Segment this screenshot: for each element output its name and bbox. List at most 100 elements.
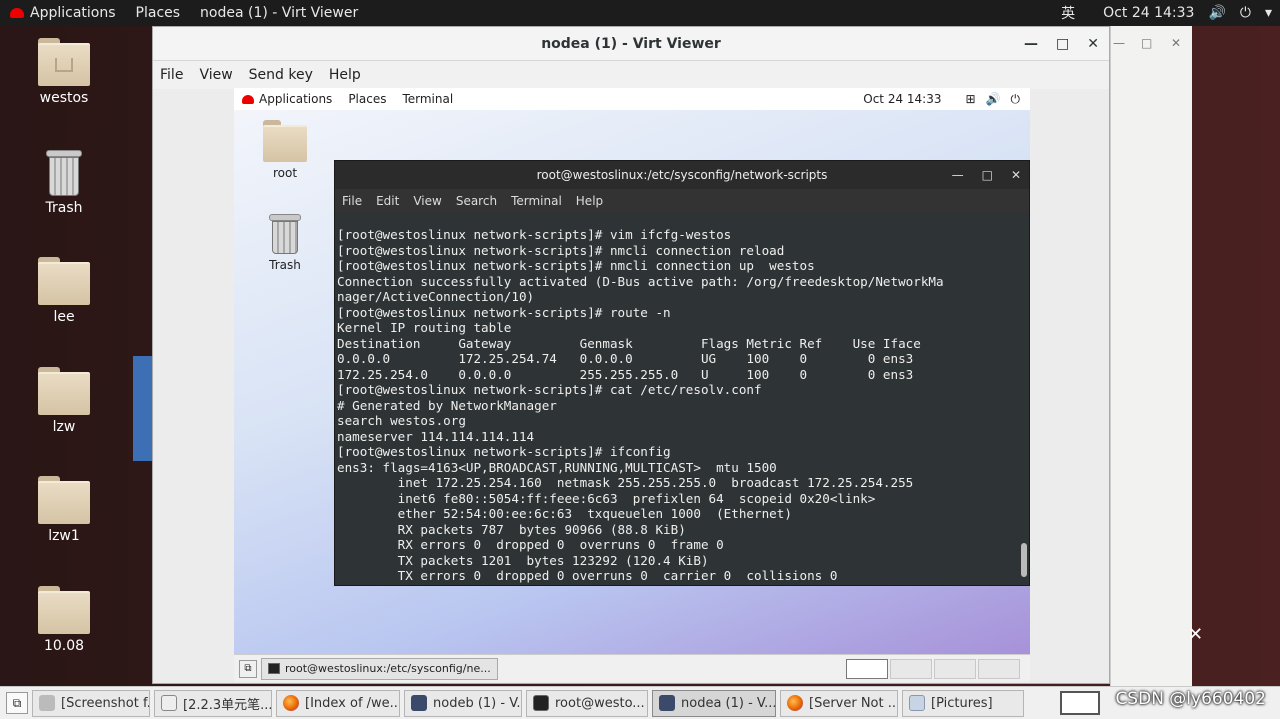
terminal-line: [root@westoslinux network-scripts]# rout…: [337, 304, 671, 320]
show-desktop-icon[interactable]: ⧉: [239, 659, 257, 678]
terminal-line: nameserver 114.114.114.114: [337, 428, 535, 444]
minimize-icon[interactable]: —: [1113, 36, 1125, 50]
terminal-line: [root@westoslinux network-scripts]# vim …: [337, 227, 732, 242]
terminal-menu-view[interactable]: View: [413, 194, 441, 208]
guest-clock[interactable]: Oct 24 14:33: [863, 92, 941, 106]
menu-send-key[interactable]: Send key: [249, 67, 313, 83]
terminal-line: TX packets 1201 bytes 123292 (120.4 KiB): [337, 552, 709, 568]
terminal-titlebar[interactable]: root@westoslinux:/etc/sysconfig/network-…: [335, 161, 1029, 189]
guest-display[interactable]: Applications Places Terminal Oct 24 14:3…: [234, 88, 1030, 682]
close-icon[interactable]: ✕: [1171, 36, 1181, 50]
chevron-down-icon[interactable]: ▾: [1265, 5, 1272, 21]
monitor-icon: [411, 695, 427, 711]
desktop-icon-westos[interactable]: westos: [22, 38, 106, 106]
power-icon[interactable]: ⏻: [1011, 92, 1021, 107]
taskbar-item-label: [2.2.3单元笔...: [183, 697, 272, 713]
taskbar-item-screenshot[interactable]: [Screenshot f...: [32, 689, 150, 717]
desktop-icon-lzw[interactable]: lzw: [22, 367, 106, 435]
terminal-line: ether 52:54:00:ee:6c:63 txqueuelen 1000 …: [337, 506, 792, 521]
window-title: nodea (1) - Virt Viewer: [541, 36, 721, 52]
taskbar-item-label: root@westo...: [555, 695, 645, 711]
workspace-2[interactable]: [890, 659, 932, 679]
guest-applications-menu[interactable]: Applications: [234, 92, 340, 106]
desktop-icon-trash[interactable]: Trash: [22, 148, 106, 216]
taskbar-item-firefox-server[interactable]: [Server Not ...: [780, 689, 898, 717]
show-desktop-icon[interactable]: ⧉: [6, 692, 28, 714]
applications-label: Applications: [259, 92, 333, 106]
taskbar-item-label: [Pictures]: [931, 695, 993, 711]
terminal-line: # Generated by NetworkManager: [337, 397, 557, 413]
maximize-icon[interactable]: □: [1056, 27, 1069, 61]
places-menu[interactable]: Places: [126, 5, 191, 21]
taskbar-item-label: [Server Not ...: [809, 695, 898, 711]
guest-taskbar-item-terminal[interactable]: root@westoslinux:/etc/sysconfig/ne...: [261, 657, 498, 680]
redhat-icon: [242, 94, 254, 104]
desktop-icon-label: lzw1: [48, 528, 80, 544]
volume-icon[interactable]: 🔊: [1208, 5, 1225, 21]
file-manager-icon: [909, 695, 925, 711]
terminal-menu-file[interactable]: File: [342, 194, 362, 208]
desktop-icon-10-08[interactable]: 10.08: [22, 586, 106, 654]
terminal-line: TX errors 0 dropped 0 overruns 0 carrier…: [337, 568, 838, 583]
terminal-icon: [268, 663, 280, 674]
watermark: CSDN @ly660402: [1115, 689, 1266, 709]
guest-terminal-menu[interactable]: Terminal: [394, 92, 461, 106]
home-folder-icon: [263, 120, 307, 162]
active-window-label[interactable]: nodea (1) - Virt Viewer: [190, 5, 368, 21]
taskbar-item-nodea[interactable]: nodea (1) - V...: [652, 689, 776, 717]
taskbar-item-notes[interactable]: [2.2.3单元笔...: [154, 689, 272, 717]
terminal-line: RX errors 0 dropped 0 overruns 0 frame 0: [337, 537, 724, 552]
clock[interactable]: Oct 24 14:33: [1103, 5, 1194, 21]
taskbar-item-terminal[interactable]: root@westo...: [526, 689, 648, 717]
minimize-icon[interactable]: —: [952, 161, 964, 189]
guest-desktop-icon-trash[interactable]: Trash: [250, 212, 320, 272]
trash-icon: [269, 212, 301, 254]
taskbar-item-firefox-index[interactable]: [Index of /we...: [276, 689, 400, 717]
guest-top-bar: Applications Places Terminal Oct 24 14:3…: [234, 88, 1030, 110]
volume-icon[interactable]: 🔊: [986, 92, 1001, 106]
workspace-switcher[interactable]: [1060, 691, 1100, 715]
power-icon[interactable]: ⏻: [1240, 5, 1251, 21]
workspace-4[interactable]: [978, 659, 1020, 679]
window-titlebar[interactable]: nodea (1) - Virt Viewer — □ ✕: [153, 27, 1109, 61]
close-icon[interactable]: ✕: [1087, 27, 1099, 61]
minimize-icon[interactable]: —: [1024, 27, 1038, 61]
taskbar-item-pictures[interactable]: [Pictures]: [902, 689, 1024, 717]
scrollbar-thumb[interactable]: [1021, 543, 1027, 577]
folder-icon: [38, 257, 90, 305]
terminal-line: search westos.org: [337, 413, 466, 428]
terminal-menu-edit[interactable]: Edit: [376, 194, 399, 208]
terminal-line: [root@westoslinux network-scripts]# nmcl…: [337, 242, 785, 258]
taskbar-item-nodeb[interactable]: nodeb (1) - V...: [404, 689, 522, 717]
menu-file[interactable]: File: [160, 67, 183, 83]
menu-help[interactable]: Help: [329, 67, 361, 83]
input-method-indicator[interactable]: 英: [1061, 3, 1075, 23]
workspace-1[interactable]: [846, 659, 888, 679]
desktop-icon-lee[interactable]: lee: [22, 257, 106, 325]
monitor-icon: [659, 695, 675, 711]
terminal-line: ens3: flags=4163<UP,BROADCAST,RUNNING,MU…: [337, 459, 777, 475]
guest-desktop-icon-root[interactable]: root: [250, 120, 320, 180]
close-icon[interactable]: ✕: [1011, 161, 1021, 189]
terminal-output[interactable]: [root@westoslinux network-scripts]# vim …: [335, 223, 1021, 585]
menu-view[interactable]: View: [199, 67, 232, 83]
terminal-menu-terminal[interactable]: Terminal: [511, 194, 562, 208]
maximize-icon[interactable]: □: [982, 161, 993, 189]
guest-places-menu[interactable]: Places: [340, 92, 394, 106]
virt-viewer-window: nodea (1) - Virt Viewer — □ ✕ File View …: [152, 26, 1110, 684]
background-window-edge: [133, 356, 153, 461]
maximize-icon[interactable]: □: [1141, 36, 1152, 50]
terminal-scrollbar[interactable]: [1020, 223, 1028, 585]
firefox-icon: [787, 695, 803, 711]
applications-menu[interactable]: Applications: [0, 5, 126, 21]
guest-taskbar: ⧉ root@westoslinux:/etc/sysconfig/ne...: [234, 654, 1030, 682]
taskbar-item-label: [Index of /we...: [305, 695, 400, 711]
background-window[interactable]: — □ ✕: [1110, 26, 1192, 686]
terminal-menu-help[interactable]: Help: [576, 194, 603, 208]
network-icon[interactable]: ⊞: [965, 92, 975, 106]
terminal-line: 0.0.0.0 172.25.254.74 0.0.0.0 UG 100 0 0…: [337, 351, 914, 366]
close-icon[interactable]: ✕: [1188, 624, 1203, 645]
terminal-menu-search[interactable]: Search: [456, 194, 497, 208]
workspace-3[interactable]: [934, 659, 976, 679]
desktop-icon-lzw1[interactable]: lzw1: [22, 476, 106, 544]
